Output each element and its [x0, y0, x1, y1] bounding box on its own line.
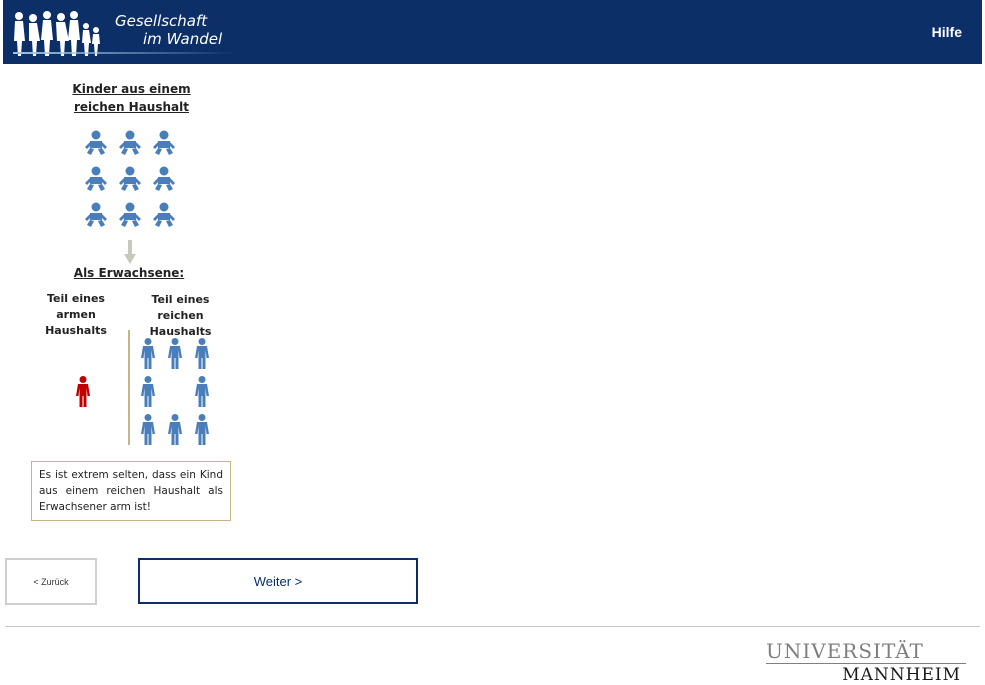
person-icon — [168, 414, 182, 445]
rich-adults-grid — [140, 338, 230, 448]
column-divider — [128, 330, 130, 445]
person-icon — [168, 338, 182, 369]
person-icon — [141, 338, 155, 369]
info-note: Es ist extrem selten, dass ein Kind aus … — [31, 461, 231, 521]
poor-adults-group — [75, 376, 91, 413]
header-bar: Gesellschaft im Wandel Hilfe — [3, 0, 982, 64]
logo-text: Gesellschaft im Wandel — [115, 12, 222, 48]
baby-icon — [153, 166, 175, 191]
logo-line2: im Wandel — [143, 30, 223, 48]
person-icon — [141, 414, 155, 445]
family-silhouette-logo — [14, 11, 100, 56]
baby-icon — [119, 202, 141, 227]
logo-line1: Gesellschaft — [115, 12, 208, 30]
person-icon — [195, 414, 209, 445]
poor-household-label: Teil eines armen Haushalts — [45, 292, 107, 337]
footer-divider — [5, 626, 980, 627]
baby-icon — [119, 166, 141, 191]
next-button[interactable]: Weiter > — [138, 558, 418, 604]
person-icon — [195, 376, 209, 407]
person-icon — [76, 376, 90, 407]
baby-icon — [119, 130, 141, 155]
baby-icon — [85, 202, 107, 227]
university-line2: MANNHEIM — [842, 665, 961, 685]
university-line1: UNIVERSITÄT — [766, 639, 924, 663]
baby-icon — [153, 130, 175, 155]
down-arrow-icon — [124, 240, 136, 264]
adults-title: Als Erwachsene: — [73, 266, 185, 280]
children-title: Kinder aus einem reichen Haushalt — [72, 82, 191, 114]
logo-underline — [13, 52, 238, 54]
university-logo: UNIVERSITÄT MANNHEIM — [766, 640, 971, 685]
baby-icon — [85, 166, 107, 191]
rich-household-label: Teil eines reichen Haushalts — [149, 293, 212, 338]
university-logo-rule — [766, 663, 966, 664]
person-icon — [195, 338, 209, 369]
baby-icon — [153, 202, 175, 227]
children-grid — [84, 130, 184, 235]
help-link[interactable]: Hilfe — [932, 24, 962, 40]
person-icon — [141, 376, 155, 407]
baby-icon — [85, 130, 107, 155]
back-button[interactable]: < Zurück — [5, 558, 97, 605]
